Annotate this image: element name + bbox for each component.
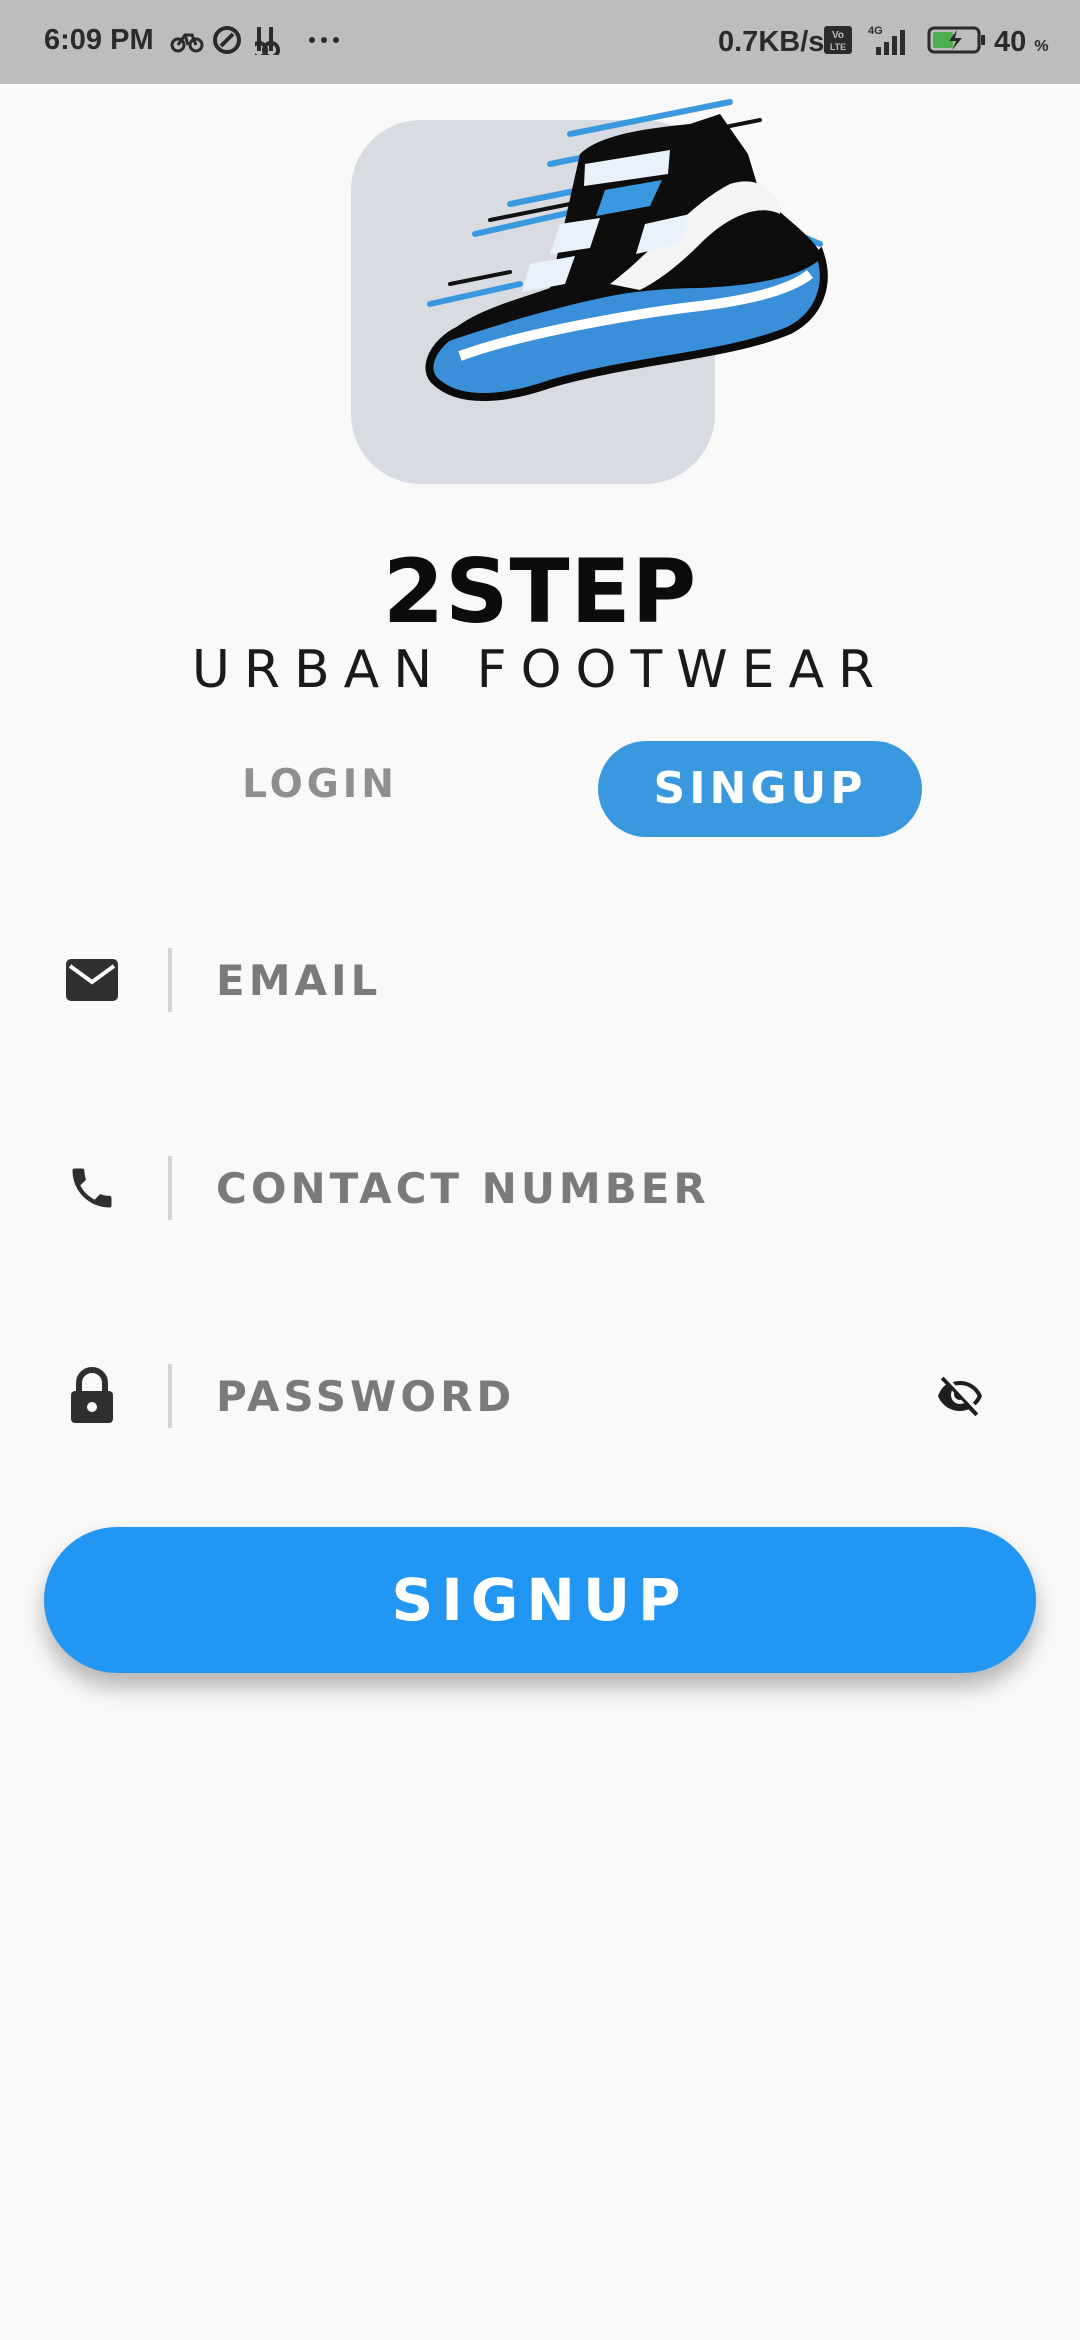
status-bar: 6:09 PM 0.7KB/s Vo LTE 4G 40 % bbox=[0, 0, 1080, 84]
svg-text:4G: 4G bbox=[868, 25, 883, 37]
signal-4g-icon: 4G bbox=[862, 22, 912, 58]
network-speed: 0.7KB/s bbox=[718, 26, 825, 58]
tab-signup[interactable]: SINGUP bbox=[598, 741, 922, 837]
field-divider bbox=[168, 1364, 172, 1428]
circle-app-icon bbox=[210, 22, 244, 58]
brand-subtitle: URBAN FOOTWEAR bbox=[191, 640, 889, 700]
bike-icon bbox=[168, 22, 206, 58]
password-input[interactable] bbox=[214, 1360, 918, 1432]
tab-login[interactable]: LOGIN bbox=[230, 755, 410, 815]
svg-text:LTE: LTE bbox=[830, 42, 846, 52]
brand-title: 2STEP bbox=[382, 540, 698, 643]
password-field bbox=[0, 1350, 1080, 1440]
field-divider bbox=[168, 1156, 172, 1220]
contact-field bbox=[0, 1142, 1080, 1232]
more-notifications-icon bbox=[306, 22, 342, 58]
signup-button[interactable]: SIGNUP bbox=[44, 1527, 1036, 1673]
email-field bbox=[0, 934, 1080, 1024]
svg-text:Vo: Vo bbox=[832, 30, 844, 41]
field-divider bbox=[168, 948, 172, 1012]
email-input[interactable] bbox=[214, 944, 918, 1016]
battery-charging-icon bbox=[926, 22, 988, 58]
mail-icon bbox=[62, 952, 122, 1008]
volte-icon: Vo LTE bbox=[822, 22, 854, 58]
contact-number-input[interactable] bbox=[214, 1152, 918, 1224]
battery-percent: 40 % bbox=[994, 26, 1049, 58]
status-time: 6:09 PM bbox=[44, 24, 154, 56]
app-b-icon bbox=[254, 22, 286, 58]
eye-off-icon[interactable] bbox=[930, 1368, 990, 1424]
sneaker-logo-icon bbox=[425, 99, 828, 401]
lock-icon bbox=[62, 1367, 122, 1424]
phone-icon bbox=[62, 1160, 122, 1216]
